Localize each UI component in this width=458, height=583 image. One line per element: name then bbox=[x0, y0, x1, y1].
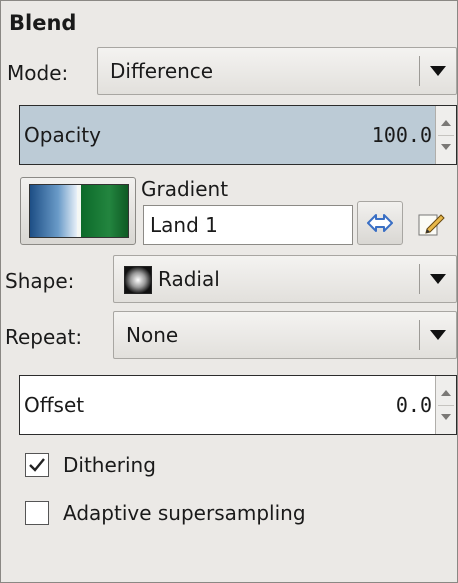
reverse-gradient-button[interactable] bbox=[357, 201, 403, 245]
offset-label: Offset bbox=[24, 393, 85, 417]
offset-value: 0.0 bbox=[395, 393, 432, 417]
stepper-up-icon[interactable] bbox=[441, 120, 451, 126]
dithering-label: Dithering bbox=[63, 453, 156, 477]
stepper-down-icon[interactable] bbox=[441, 414, 451, 420]
stepper-up-icon[interactable] bbox=[441, 390, 451, 396]
stepper-down-icon[interactable] bbox=[441, 144, 451, 150]
repeat-label: Repeat: bbox=[5, 325, 83, 349]
opacity-slider[interactable]: Opacity 100.0 bbox=[19, 105, 457, 165]
gradient-preview-button[interactable] bbox=[20, 177, 136, 245]
offset-stepper[interactable] bbox=[435, 376, 456, 434]
radial-shape-icon bbox=[124, 266, 152, 294]
repeat-value: None bbox=[126, 323, 179, 347]
pencil-edit-icon bbox=[418, 214, 445, 236]
panel-title: Blend bbox=[9, 11, 77, 35]
swap-arrows-icon bbox=[367, 214, 393, 232]
repeat-dropdown[interactable]: None bbox=[113, 311, 457, 359]
gradient-name-field[interactable]: Land 1 bbox=[143, 205, 353, 245]
gradient-name-value: Land 1 bbox=[150, 213, 218, 237]
shape-value: Radial bbox=[158, 267, 220, 291]
opacity-value: 100.0 bbox=[371, 123, 432, 147]
adaptive-supersampling-checkbox[interactable] bbox=[25, 501, 49, 525]
offset-slider[interactable]: Offset 0.0 bbox=[19, 375, 457, 435]
gradient-preview bbox=[29, 184, 129, 238]
dropdown-separator bbox=[419, 56, 420, 86]
adaptive-supersampling-label: Adaptive supersampling bbox=[63, 501, 306, 525]
mode-dropdown[interactable]: Difference bbox=[97, 47, 457, 95]
dropdown-separator bbox=[419, 320, 420, 350]
mode-label: Mode: bbox=[7, 61, 69, 85]
blend-options-panel: Blend Mode: Difference Opacity 100.0 Gra… bbox=[0, 0, 458, 583]
gradient-label: Gradient bbox=[141, 177, 229, 201]
dithering-checkbox[interactable] bbox=[25, 453, 49, 477]
chevron-down-icon bbox=[430, 66, 446, 76]
checkmark-icon bbox=[29, 458, 45, 472]
edit-gradient-button[interactable] bbox=[415, 207, 447, 239]
chevron-down-icon bbox=[430, 274, 446, 284]
shape-dropdown[interactable]: Radial bbox=[113, 255, 457, 303]
opacity-label: Opacity bbox=[24, 123, 101, 147]
shape-label: Shape: bbox=[5, 269, 75, 293]
dropdown-separator bbox=[419, 264, 420, 294]
mode-value: Difference bbox=[110, 59, 214, 83]
opacity-stepper[interactable] bbox=[435, 106, 456, 164]
chevron-down-icon bbox=[430, 330, 446, 340]
